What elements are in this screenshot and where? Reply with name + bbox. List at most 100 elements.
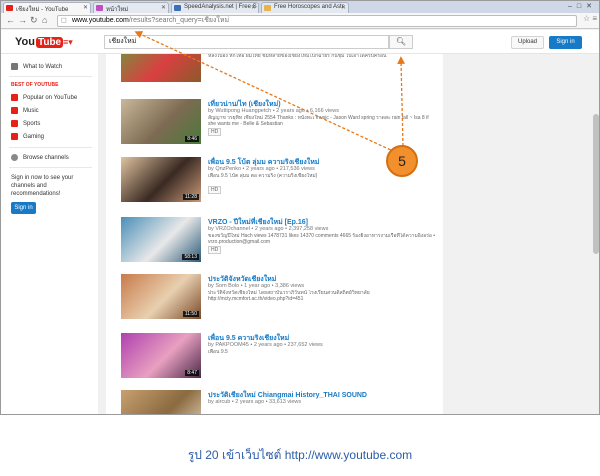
video-description: ประวัติจังหวัดเชียงใหม่ โดยสถาบันวราภิวั… bbox=[208, 290, 370, 302]
video-duration: 8:46 bbox=[185, 136, 199, 142]
search-results: by Harper Hampton • 4 months ago • 2,124… bbox=[106, 54, 443, 414]
search-icon: 🔍︎ bbox=[395, 37, 407, 46]
guide-menu-icon[interactable]: ≡▾ bbox=[63, 37, 73, 48]
sidebar-item-music[interactable]: Music bbox=[11, 107, 39, 114]
sidebar-item-label: What to Watch bbox=[23, 63, 63, 70]
tab-label: Free Horoscopes and Astr bbox=[274, 4, 344, 10]
browser-window: เชียงใหม่ - YouTube ✕ หน้าใหม่ ✕ SpeedAn… bbox=[0, 0, 600, 415]
video-result[interactable]: 58:13 VRZO - ปีใหม่ที่เชียงใหม่ [Ep.16] by… bbox=[121, 217, 441, 272]
search-value: เชียงใหม่ bbox=[109, 38, 137, 45]
video-description: หลังใบอิ่ง หกไทอ ผมไทย ชมหลายของเชียงใหม… bbox=[208, 54, 387, 59]
sign-in-button[interactable]: Sign in bbox=[549, 36, 582, 49]
video-meta: by Wuttipong Huangpetch • 2 years ago • … bbox=[208, 108, 339, 114]
video-meta: by VRZOchannel • 2 years ago • 2,397,258… bbox=[208, 226, 329, 232]
page-favicon-icon bbox=[96, 5, 103, 11]
close-tab-icon[interactable]: ✕ bbox=[251, 4, 256, 11]
divider bbox=[9, 147, 92, 148]
hd-badge: HD bbox=[208, 186, 222, 194]
minimize-icon[interactable]: – bbox=[568, 3, 577, 10]
browse-channels-icon bbox=[11, 154, 18, 161]
sidebar-item-label: Music bbox=[23, 107, 39, 114]
page-scrollbar[interactable] bbox=[591, 54, 599, 414]
video-result[interactable]: 8:46 เที่ยวน่าน/ไท (เชียงใหม่) by Wuttipon… bbox=[121, 99, 441, 154]
tab-horoscopes[interactable]: Free Horoscopes and Astr ✕ bbox=[261, 2, 349, 13]
video-description: สัญญาข วรยุทิท เชียงใหม่ 2554 Thanks : ห… bbox=[208, 115, 429, 127]
menu-icon[interactable]: ☆ ≡ bbox=[583, 14, 597, 23]
gaming-icon bbox=[11, 133, 18, 140]
step-number-callout: 5 bbox=[386, 145, 418, 177]
video-result[interactable]: ประวัติเชียงใหม่ Chiangmai History_THAI … bbox=[121, 390, 441, 414]
popular-icon bbox=[11, 94, 18, 101]
tab-new[interactable]: หน้าใหม่ ✕ bbox=[93, 2, 169, 13]
video-thumbnail[interactable]: 58:13 bbox=[121, 217, 201, 262]
video-result[interactable]: 11:50 ประวัติจังหวัดเชียงใหม่ by Som Bolo … bbox=[121, 274, 441, 329]
sidebar-item-what-to-watch[interactable]: What to Watch bbox=[11, 63, 62, 70]
url-host: www.youtube.com bbox=[72, 17, 129, 24]
maximize-icon[interactable]: □ bbox=[577, 3, 586, 10]
sidebar-sign-in-button[interactable]: Sign in bbox=[11, 202, 36, 214]
forward-arrow-icon[interactable]: → bbox=[18, 15, 27, 25]
video-duration: 8:47 bbox=[185, 370, 199, 376]
sidebar-item-label: Browse channels bbox=[23, 154, 69, 161]
sidebar-item-popular[interactable]: Popular on YouTube bbox=[11, 94, 77, 101]
home-icon bbox=[11, 63, 18, 70]
video-thumbnail[interactable]: 11:50 bbox=[121, 274, 201, 319]
upload-button[interactable]: Upload bbox=[511, 36, 544, 49]
divider bbox=[9, 167, 92, 168]
url-path: /results?search_query=เชียงใหม่ bbox=[128, 17, 230, 24]
close-window-icon[interactable]: ✕ bbox=[586, 3, 597, 10]
sidebar-item-gaming[interactable]: Gaming bbox=[11, 133, 44, 140]
video-duration: 11:50 bbox=[182, 311, 199, 317]
reload-icon[interactable]: ↻ bbox=[30, 15, 38, 26]
home-icon[interactable]: ⌂ bbox=[42, 15, 47, 25]
page-info-icon[interactable]: ◻ bbox=[61, 16, 67, 26]
divider bbox=[9, 76, 92, 77]
music-icon bbox=[11, 107, 18, 114]
guide-sidebar: What to Watch BEST OF YOUTUBE Popular on… bbox=[1, 54, 98, 414]
window-controls: –□✕ bbox=[568, 2, 597, 10]
best-of-youtube-heading: BEST OF YOUTUBE bbox=[11, 82, 59, 88]
logo-tube-text: Tube bbox=[35, 36, 64, 48]
video-thumbnail[interactable] bbox=[121, 390, 201, 414]
tab-label: SpeedAnalysis.net | Free S bbox=[184, 4, 257, 10]
sidebar-item-browse-channels[interactable]: Browse channels bbox=[11, 154, 69, 161]
sports-icon bbox=[11, 120, 18, 127]
sidebar-item-label: Sports bbox=[23, 120, 41, 127]
logo-you-text: You bbox=[15, 36, 35, 48]
sidebar-item-sports[interactable]: Sports bbox=[11, 120, 40, 127]
search-input[interactable]: เชียงใหม่ bbox=[104, 35, 389, 49]
search-button[interactable]: 🔍︎ bbox=[389, 35, 413, 49]
sign-in-prompt: Sign in now to see your channels and rec… bbox=[11, 175, 74, 197]
video-thumbnail[interactable]: 8:46 bbox=[121, 99, 201, 144]
tab-speedanalysis[interactable]: SpeedAnalysis.net | Free S ✕ bbox=[171, 2, 259, 13]
address-bar[interactable]: ◻ www.youtube.com/results?search_query=เ… bbox=[57, 15, 577, 27]
video-thumbnail[interactable]: 11:28 bbox=[121, 157, 201, 202]
figure-caption: รูป 20 เข้าเว็บไซต์ http://www.youtube.c… bbox=[187, 448, 413, 462]
page-favicon-icon bbox=[174, 5, 181, 11]
video-meta: by PAKPOOM45 • 2 years ago • 237,652 vie… bbox=[208, 342, 323, 348]
scrollbar-thumb[interactable] bbox=[593, 114, 599, 254]
page-favicon-icon bbox=[264, 5, 271, 11]
tab-youtube[interactable]: เชียงใหม่ - YouTube ✕ bbox=[3, 2, 91, 13]
video-result[interactable]: by Harper Hampton • 4 months ago • 2,124… bbox=[121, 54, 441, 92]
video-meta: by QnzPenko • 2 years ago • 217,536 view… bbox=[208, 166, 315, 172]
video-meta: by Som Bolo • 1 year ago • 3,386 views bbox=[208, 283, 305, 289]
youtube-favicon-icon bbox=[6, 5, 13, 11]
youtube-logo[interactable]: You Tube bbox=[15, 35, 64, 49]
tab-bar: เชียงใหม่ - YouTube ✕ หน้าใหม่ ✕ SpeedAn… bbox=[1, 1, 599, 13]
video-duration: 58:13 bbox=[182, 254, 199, 260]
close-tab-icon[interactable]: ✕ bbox=[341, 4, 346, 11]
video-description: ของขวัญปีใหม่ Hach views 1478731 likes 1… bbox=[208, 233, 436, 245]
back-arrow-icon[interactable]: ← bbox=[6, 15, 15, 25]
close-tab-icon[interactable]: ✕ bbox=[161, 4, 166, 11]
video-result[interactable]: 8:47 เพื่อน 9.5 ความริงเชียงใหม่ by PAKPOO… bbox=[121, 333, 441, 388]
close-tab-icon[interactable]: ✕ bbox=[83, 4, 88, 11]
hd-badge: HD bbox=[208, 128, 222, 136]
video-thumbnail[interactable] bbox=[121, 54, 201, 82]
video-thumbnail[interactable]: 8:47 bbox=[121, 333, 201, 378]
sidebar-item-label: Gaming bbox=[23, 133, 45, 140]
browser-toolbar: ← → ↻ ⌂ ◻ www.youtube.com/results?search… bbox=[1, 13, 599, 29]
video-description: เพื่อน 9.5 bbox=[208, 349, 228, 355]
hd-badge: HD bbox=[208, 246, 222, 254]
sidebar-item-label: Popular on YouTube bbox=[23, 94, 78, 101]
